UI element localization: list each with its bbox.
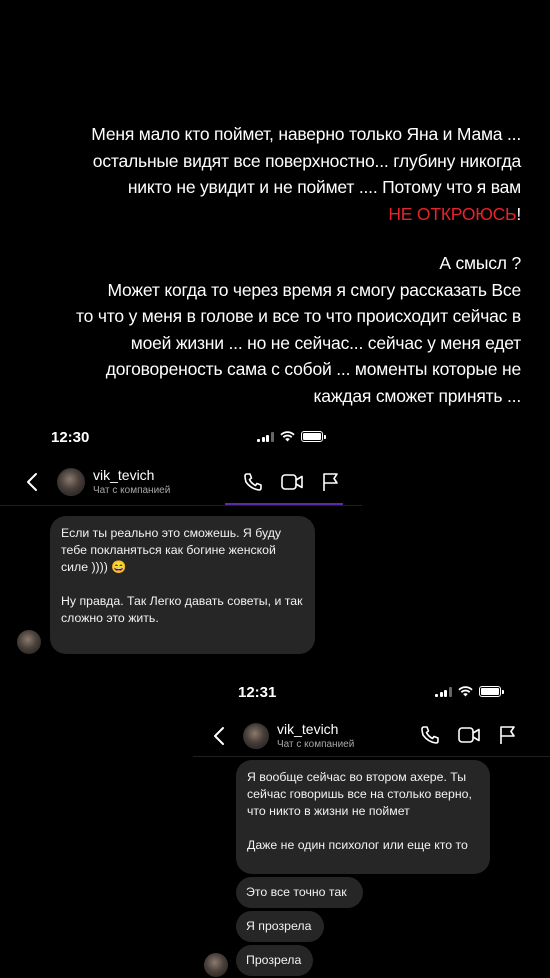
flag-icon[interactable] bbox=[321, 472, 339, 492]
message-text-1: Если ты реально это сможешь. Я буду тебе… bbox=[61, 526, 282, 574]
battery-icon bbox=[478, 686, 504, 697]
grinning-emoji-icon: 😄 bbox=[111, 560, 127, 574]
header-actions bbox=[243, 472, 339, 492]
username: vik_tevich bbox=[277, 721, 339, 737]
message-text: Я прозрела bbox=[246, 919, 312, 933]
flag-icon[interactable] bbox=[498, 725, 516, 745]
story-line: моей жизни ... но не сейчас... сейчас у … bbox=[130, 332, 521, 353]
message-bubble[interactable]: Я прозрела bbox=[236, 911, 324, 942]
header-divider bbox=[0, 505, 362, 506]
message-text-2: Даже не один психолог или еще кто то bbox=[247, 838, 468, 852]
signal-icon bbox=[435, 686, 452, 697]
status-time: 12:30 bbox=[51, 429, 90, 446]
video-icon[interactable] bbox=[458, 726, 480, 744]
status-icons bbox=[257, 431, 326, 442]
message-text: Это все точно так bbox=[246, 885, 347, 899]
header-divider bbox=[193, 756, 550, 757]
chat-header: vik_tevich Чат с компанией bbox=[213, 721, 354, 750]
user-info[interactable]: vik_tevich Чат с компанией bbox=[93, 467, 170, 496]
story-line: каждая сможет принять ... bbox=[313, 385, 521, 406]
phone-icon[interactable] bbox=[420, 725, 440, 745]
message-bubble[interactable]: Это все точно так bbox=[236, 877, 363, 908]
sender-avatar[interactable] bbox=[17, 630, 41, 654]
story-line: Может когда то через время я смогу расск… bbox=[107, 279, 521, 300]
sender-avatar[interactable] bbox=[204, 953, 228, 977]
chevron-left-icon[interactable] bbox=[26, 472, 38, 492]
message-bubble[interactable]: Если ты реально это сможешь. Я буду тебе… bbox=[50, 516, 315, 654]
red-suffix: ! bbox=[516, 203, 521, 224]
video-icon[interactable] bbox=[281, 473, 303, 491]
wifi-icon bbox=[279, 431, 295, 442]
status-icons bbox=[435, 686, 504, 697]
message-text: Прозрела bbox=[246, 953, 302, 967]
story-line: Меня мало кто поймет, наверно только Яна… bbox=[91, 124, 521, 144]
phone-icon[interactable] bbox=[243, 472, 263, 492]
message-text-1: Я вообще сейчас во втором ахере. Ты сейч… bbox=[247, 770, 472, 818]
chevron-left-icon[interactable] bbox=[213, 726, 225, 746]
story-line: договореность сама с собой ... моменты к… bbox=[105, 359, 521, 379]
avatar[interactable] bbox=[57, 467, 85, 496]
message-bubble[interactable]: Я вообще сейчас во втором ахере. Ты сейч… bbox=[236, 760, 490, 874]
story-line: остальные видят все поверхностно... глуб… bbox=[92, 150, 521, 171]
story-line: А смысл ? bbox=[439, 253, 521, 273]
user-info[interactable]: vik_tevich Чат с компанией bbox=[277, 721, 354, 750]
avatar[interactable] bbox=[243, 722, 269, 749]
signal-icon bbox=[257, 431, 274, 442]
message-text: Если ты реально это сможешь. Я буду тебе… bbox=[61, 525, 304, 576]
status-time: 12:31 bbox=[238, 684, 277, 701]
story-caption: Меня мало кто поймет, наверно только Яна… bbox=[22, 121, 521, 409]
username: vik_tevich bbox=[93, 467, 155, 483]
story-line: то что у меня в голове и все то что прои… bbox=[76, 306, 521, 326]
chat-header: vik_tevich Чат с компанией bbox=[26, 467, 170, 496]
wifi-icon bbox=[457, 686, 473, 697]
header-actions bbox=[420, 725, 516, 745]
story-line-highlight: НЕ ОТКРОЮСЬ! bbox=[22, 201, 521, 228]
message-bubble[interactable]: Прозрела bbox=[236, 945, 313, 976]
message-text-2: Ну правда. Так Легко давать советы, и та… bbox=[61, 594, 303, 625]
chat-subtitle: Чат с компанией bbox=[277, 739, 355, 750]
battery-icon bbox=[300, 431, 326, 442]
red-phrase: НЕ ОТКРОЮСЬ bbox=[388, 203, 517, 224]
story-line: никто не увидит и не поймет .... Потому … bbox=[127, 177, 521, 197]
chat-subtitle: Чат с компанией bbox=[93, 485, 171, 496]
